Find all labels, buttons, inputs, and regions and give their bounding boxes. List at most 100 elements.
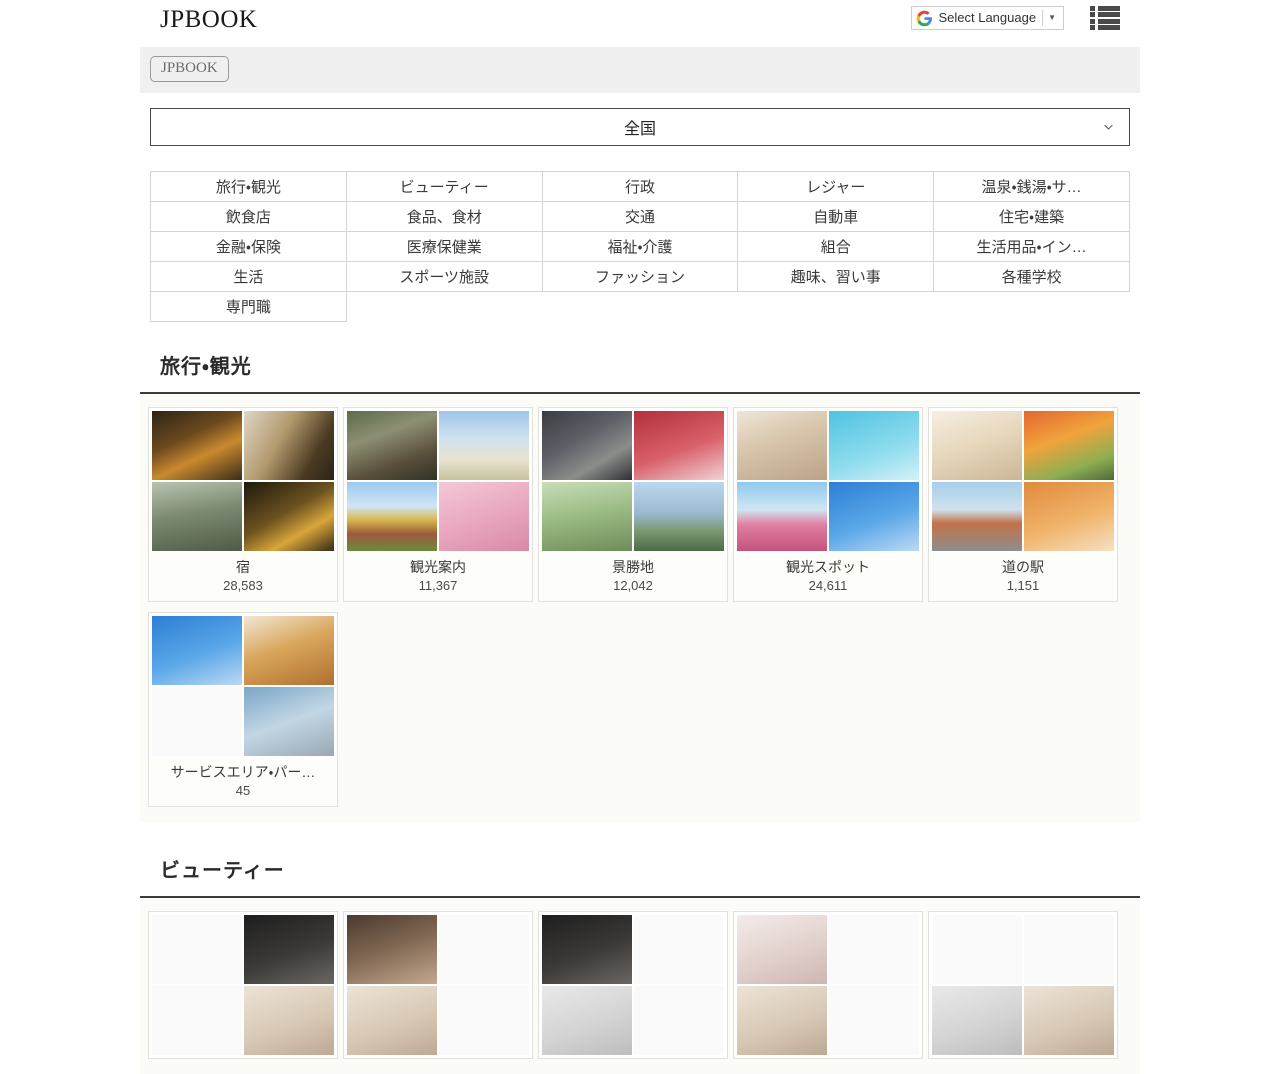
thumb-site-shot xyxy=(542,986,632,1055)
category-cell[interactable]: 自動車 xyxy=(738,202,934,232)
category-cell[interactable]: 生活用品・イン… xyxy=(934,232,1130,262)
card-thumbnail xyxy=(929,408,1117,554)
category-cell-empty xyxy=(542,292,738,322)
section-header: 旅行・観光 xyxy=(140,350,1140,394)
card-beauty-5[interactable] xyxy=(928,911,1118,1059)
card-beauty-1[interactable] xyxy=(148,911,338,1059)
menu-bar xyxy=(1098,6,1120,11)
category-cell[interactable]: 組合 xyxy=(738,232,934,262)
category-cell[interactable]: スポーツ施設 xyxy=(346,262,542,292)
region-select[interactable]: 全国 xyxy=(150,108,1130,146)
menu-row xyxy=(1090,6,1120,11)
card-beauty-4[interactable] xyxy=(733,911,923,1059)
thumb-photo xyxy=(244,482,334,551)
menu-dot xyxy=(1090,25,1095,30)
card-count: 12,042 xyxy=(539,577,727,601)
thumb-site-shot xyxy=(1024,482,1114,551)
card-scenic[interactable]: 景勝地 12,042 xyxy=(538,407,728,602)
thumb-site-shot xyxy=(737,915,827,984)
card-beauty-2[interactable] xyxy=(343,911,533,1059)
category-row: 生活 スポーツ施設 ファッション 趣味、習い事 各種学校 xyxy=(151,262,1130,292)
thumb-site-shot xyxy=(829,986,919,1055)
menu-dot xyxy=(1090,12,1095,17)
section-travel: 旅行・観光 宿 28,583 xyxy=(140,350,1140,822)
category-cell[interactable]: 住宅・建築 xyxy=(934,202,1130,232)
category-cell[interactable]: 専門職 xyxy=(151,292,347,322)
list-menu-icon[interactable] xyxy=(1090,6,1120,30)
card-count: 45 xyxy=(149,782,337,806)
card-thumbnail xyxy=(344,912,532,1058)
thumb-site-shot xyxy=(347,986,437,1055)
card-count: 28,583 xyxy=(149,577,337,601)
breadcrumb-item-jpbook[interactable]: JPBOOK xyxy=(150,56,229,82)
card-thumbnail xyxy=(344,408,532,554)
card-inn[interactable]: 宿 28,583 xyxy=(148,407,338,602)
chevron-down-icon[interactable]: ▼ xyxy=(1043,7,1061,29)
thumb-site-shot xyxy=(829,411,919,480)
menu-row xyxy=(1090,25,1120,30)
category-cell[interactable]: 生活 xyxy=(151,262,347,292)
category-grid: 旅行・観光 ビューティー 行政 レジャー 温泉・銭湯・サ… 飲食店 食品、食材 … xyxy=(150,171,1130,322)
card-sightseeing[interactable]: 観光スポット 24,611 xyxy=(733,407,923,602)
thumb-site-shot xyxy=(542,482,632,551)
category-cell[interactable]: 趣味、習い事 xyxy=(738,262,934,292)
thumb-site-shot xyxy=(932,411,1022,480)
thumb-site-shot xyxy=(347,482,437,551)
card-container: 宿 28,583 観光案内 11,367 xyxy=(140,394,1140,822)
card-beauty-3[interactable] xyxy=(538,911,728,1059)
card-row xyxy=(140,906,1140,1064)
section-title: 旅行・観光 xyxy=(160,356,252,378)
menu-bar xyxy=(1098,12,1120,17)
category-cell[interactable]: 金融・保険 xyxy=(151,232,347,262)
category-cell[interactable]: ビューティー xyxy=(346,172,542,202)
thumb-photo xyxy=(152,411,242,480)
category-cell[interactable]: 温泉・銭湯・サ… xyxy=(934,172,1130,202)
category-cell[interactable]: 医療保健業 xyxy=(346,232,542,262)
card-row: サービスエリア・パー… 45 xyxy=(140,607,1140,812)
card-thumbnail xyxy=(539,408,727,554)
card-thumbnail xyxy=(149,613,337,759)
category-cell[interactable]: 交通 xyxy=(542,202,738,232)
card-label: サービスエリア・パー… xyxy=(149,759,337,782)
card-thumbnail xyxy=(149,408,337,554)
page-root: JPBOOK Select Language ▼ xyxy=(0,0,1280,43)
category-cell-empty xyxy=(934,292,1130,322)
category-cell[interactable]: 旅行・観光 xyxy=(151,172,347,202)
category-cell[interactable]: ファッション xyxy=(542,262,738,292)
card-label: 観光スポット xyxy=(734,554,922,577)
card-roadside-station[interactable]: 道の駅 1,151 xyxy=(928,407,1118,602)
card-count: 11,367 xyxy=(344,577,532,601)
thumb-site-shot xyxy=(737,986,827,1055)
google-translate-widget[interactable]: Select Language ▼ xyxy=(911,6,1064,30)
card-thumbnail xyxy=(929,912,1117,1058)
thumb-site-shot xyxy=(829,915,919,984)
thumb-site-shot xyxy=(1024,986,1114,1055)
category-cell[interactable]: 食品、食材 xyxy=(346,202,542,232)
thumb-site-shot xyxy=(542,915,632,984)
thumb-site-shot xyxy=(439,482,529,551)
card-tourist-info[interactable]: 観光案内 11,367 xyxy=(343,407,533,602)
thumb-site-shot xyxy=(542,411,632,480)
category-cell[interactable]: 飲食店 xyxy=(151,202,347,232)
site-header: JPBOOK Select Language ▼ xyxy=(0,0,1280,43)
thumb-site-shot xyxy=(737,411,827,480)
thumb-site-shot xyxy=(439,915,529,984)
google-g-icon xyxy=(916,10,933,27)
card-thumbnail xyxy=(734,912,922,1058)
card-service-area[interactable]: サービスエリア・パー… 45 xyxy=(148,612,338,807)
thumb-site-shot xyxy=(244,986,334,1055)
menu-row xyxy=(1090,12,1120,17)
thumb-site-shot xyxy=(829,482,919,551)
category-cell[interactable]: 各種学校 xyxy=(934,262,1130,292)
menu-bar xyxy=(1098,19,1120,24)
category-row: 旅行・観光 ビューティー 行政 レジャー 温泉・銭湯・サ… xyxy=(151,172,1130,202)
section-title: ビューティー xyxy=(160,860,285,882)
category-cell[interactable]: 行政 xyxy=(542,172,738,202)
category-cell[interactable]: レジャー xyxy=(738,172,934,202)
category-cell[interactable]: 福祉・介護 xyxy=(542,232,738,262)
thumb-site-shot xyxy=(634,986,724,1055)
thumb-site-shot xyxy=(244,616,334,685)
section-header: ビューティー xyxy=(140,854,1140,898)
card-row: 宿 28,583 観光案内 11,367 xyxy=(140,402,1140,607)
card-thumbnail xyxy=(734,408,922,554)
